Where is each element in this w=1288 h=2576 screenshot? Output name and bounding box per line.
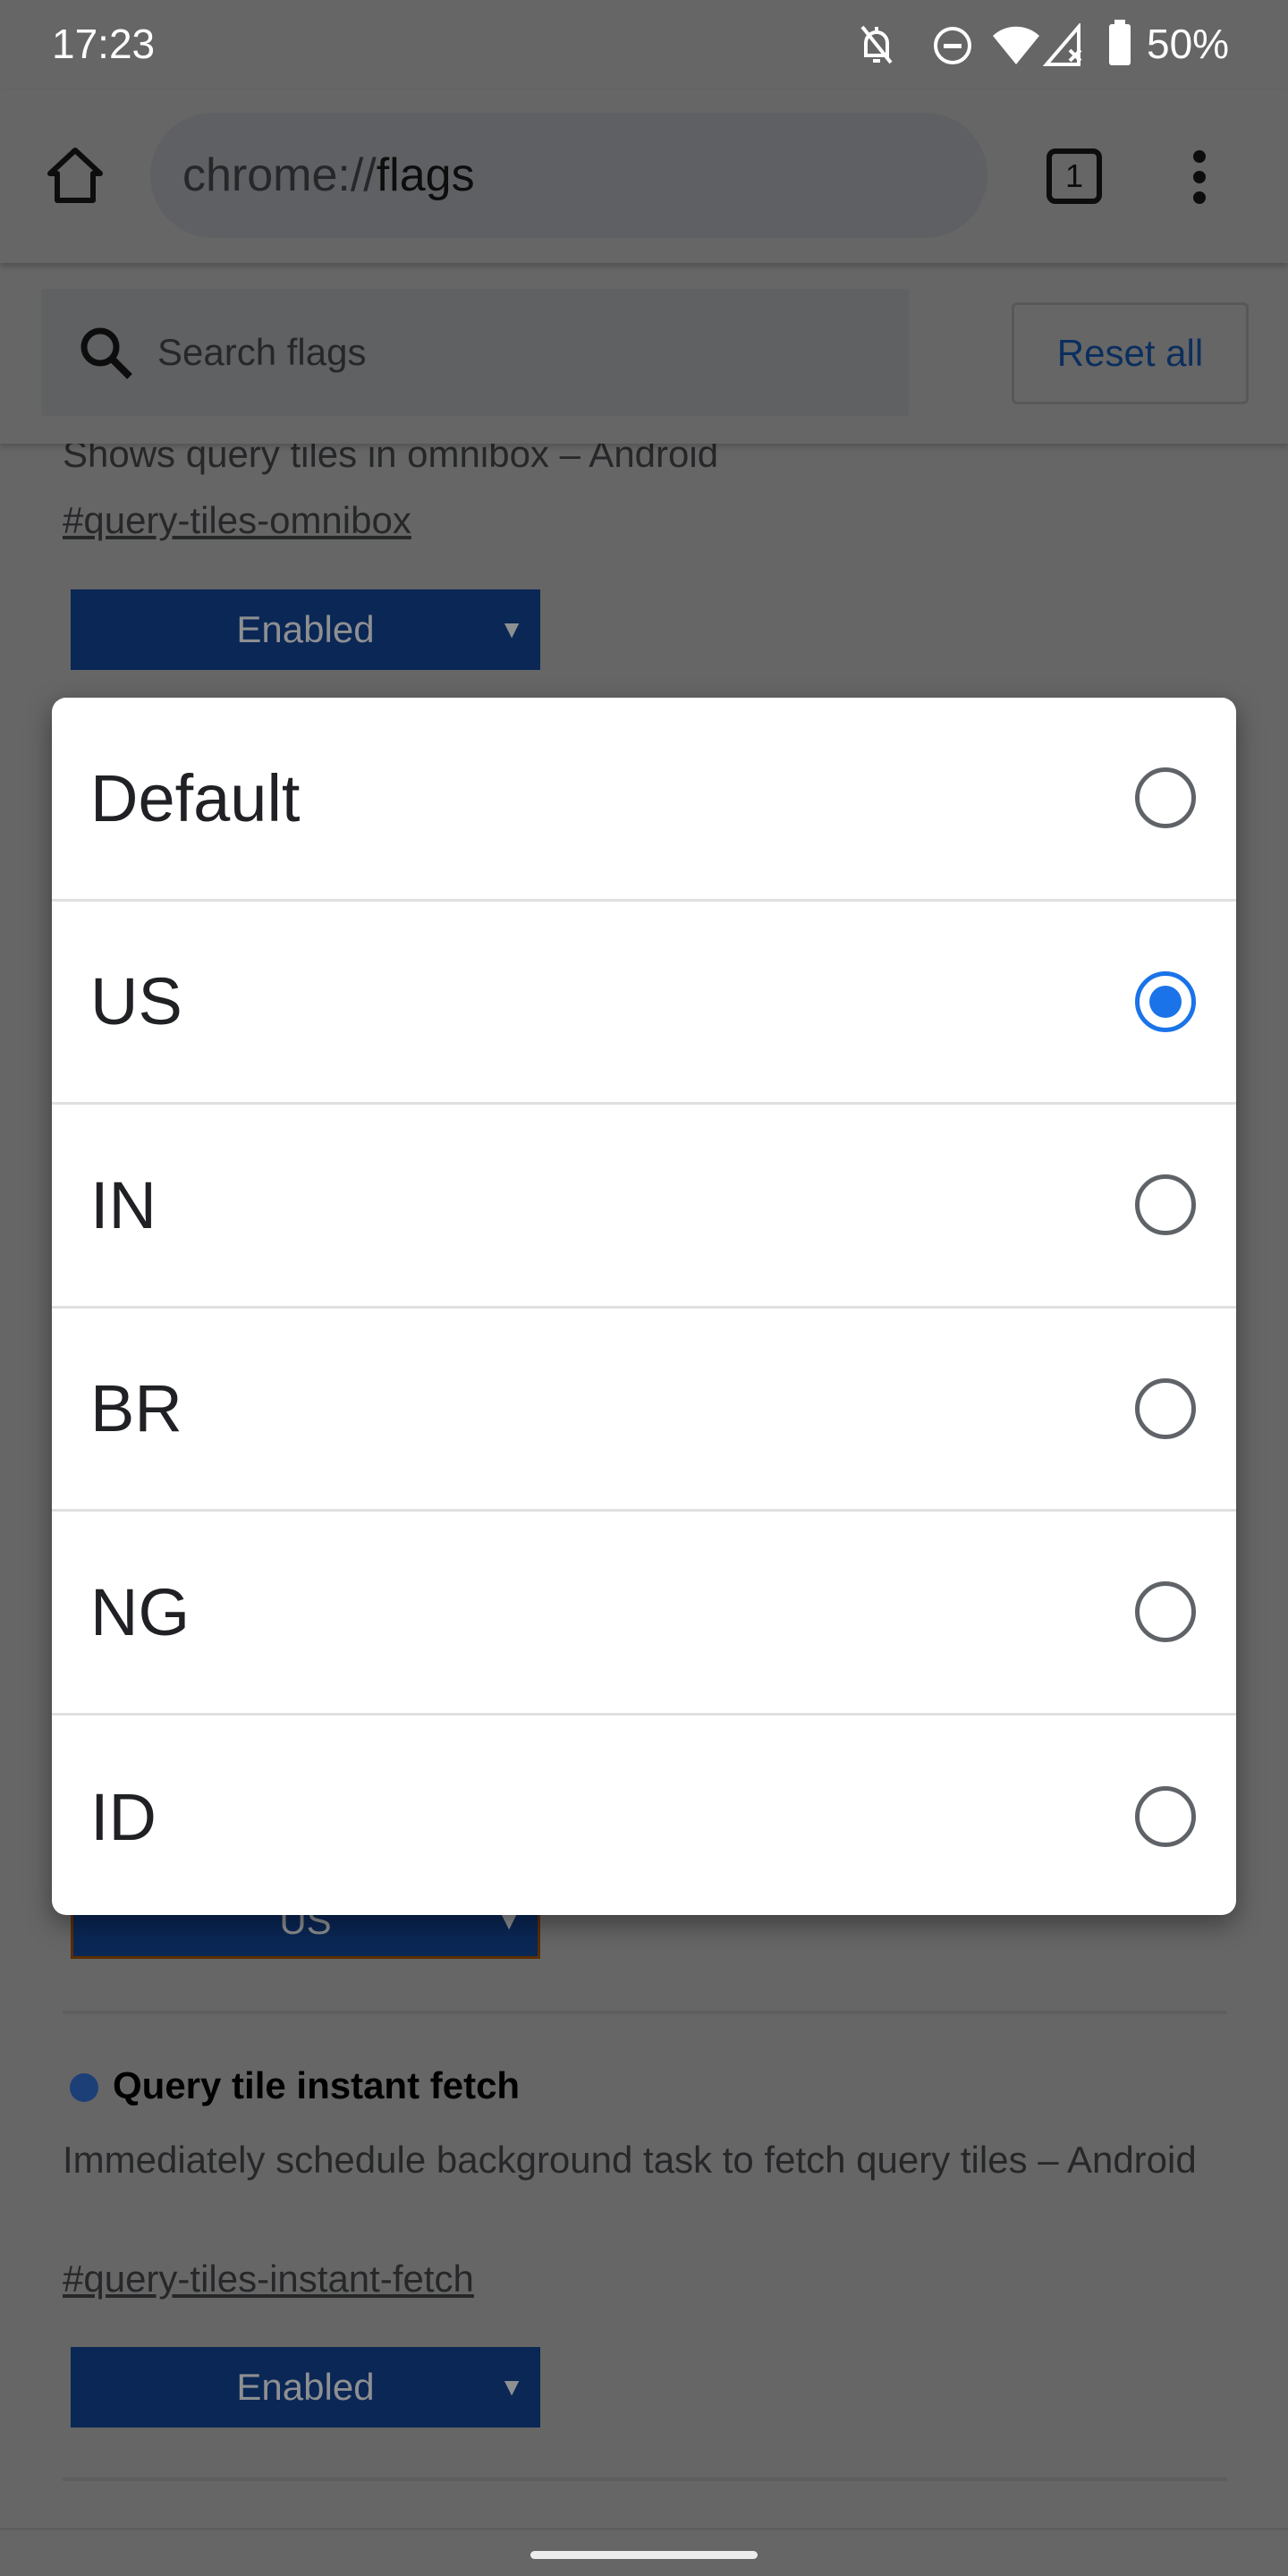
option-br[interactable]: BR [52, 1309, 1236, 1512]
divider [63, 2478, 1227, 2481]
dropdown-arrow-icon: ▼ [499, 615, 524, 643]
battery-percent: 50% [1147, 21, 1230, 67]
flag-link[interactable]: #query-tiles-instant-fetch [63, 2258, 474, 2301]
select-options-dialog: Default US IN BR NG ID [52, 698, 1236, 1915]
do-not-disturb-icon [934, 27, 971, 64]
flag-select[interactable]: Enabled ▼ [71, 2347, 540, 2428]
option-label: BR [90, 1371, 182, 1446]
option-label: Default [90, 760, 301, 835]
home-icon[interactable] [45, 145, 106, 206]
flag-link[interactable]: #query-tiles-omnibox [63, 499, 411, 542]
url-scheme: chrome:// [182, 149, 377, 201]
more-vert-icon[interactable] [1186, 148, 1213, 206]
option-id[interactable]: ID [52, 1716, 1236, 1916]
option-us[interactable]: US [52, 902, 1236, 1105]
radio-checked-icon[interactable] [1135, 970, 1196, 1032]
radio-icon[interactable] [1135, 1581, 1196, 1643]
radio-icon[interactable] [1135, 1786, 1196, 1848]
option-label: ID [90, 1779, 157, 1854]
signal-no-data-icon [1043, 23, 1082, 66]
option-ng[interactable]: NG [52, 1512, 1236, 1716]
select-value: Enabled [236, 608, 375, 650]
flag-select[interactable]: Enabled ▼ [71, 589, 540, 670]
option-default[interactable]: Default [52, 698, 1236, 902]
clock: 17:23 [52, 21, 156, 67]
option-label: IN [90, 1167, 157, 1242]
address-bar[interactable]: chrome://flags [150, 113, 987, 238]
gesture-nav-handle[interactable] [530, 2551, 758, 2559]
option-label: NG [90, 1574, 190, 1649]
wifi-icon [993, 26, 1039, 64]
battery-icon [1109, 20, 1131, 65]
reset-all-button[interactable]: Reset all [1012, 302, 1249, 404]
flag-description: Immediately schedule background task to … [63, 2139, 1197, 2181]
flag-title: Query tile instant fetch [113, 2064, 521, 2106]
tab-switcher-icon[interactable]: 1 [1046, 148, 1102, 204]
flag-modified-dot-icon [70, 2073, 98, 2102]
dropdown-arrow-icon: ▼ [499, 2373, 524, 2401]
radio-icon[interactable] [1135, 767, 1196, 829]
select-value: Enabled [236, 2366, 375, 2408]
url-host: flags [376, 149, 475, 201]
option-label: US [90, 964, 182, 1039]
radio-icon[interactable] [1135, 1377, 1196, 1439]
search-input[interactable]: Search flags [41, 289, 909, 416]
flags-search-header: Search flags Reset all [0, 263, 1288, 444]
nav-bar-divider [0, 2528, 1288, 2530]
browser-toolbar: chrome://flags 1 [0, 89, 1288, 263]
option-in[interactable]: IN [52, 1105, 1236, 1309]
radio-icon[interactable] [1135, 1174, 1196, 1236]
search-icon [80, 327, 132, 379]
divider [63, 2011, 1227, 2014]
status-bar: 17:23 50% [0, 0, 1288, 89]
bell-off-icon [860, 25, 893, 64]
